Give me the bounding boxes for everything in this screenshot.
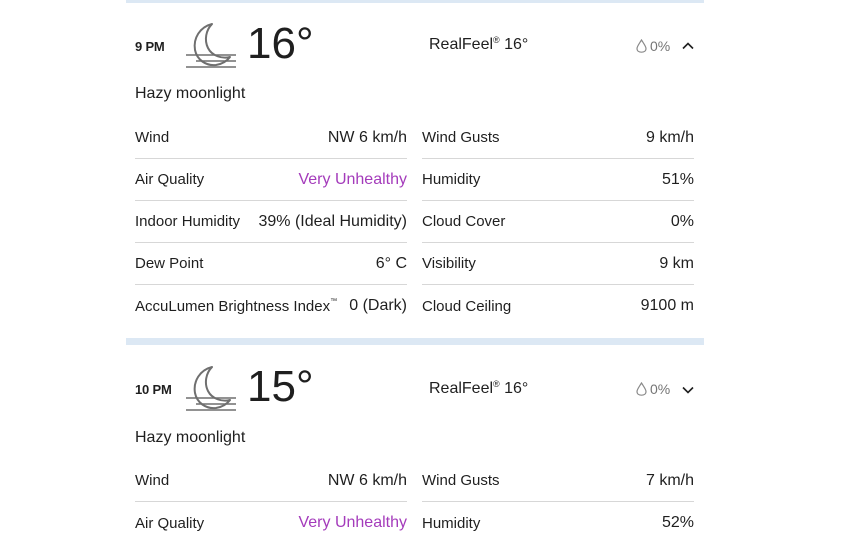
detail-label: Visibility <box>422 255 476 272</box>
detail-value: 52% <box>661 514 694 531</box>
detail-row-humidity: Humidity 52% <box>422 502 694 544</box>
detail-label: Air Quality <box>135 171 205 188</box>
detail-label: Humidity <box>422 171 481 188</box>
detail-value: 51% <box>661 170 694 188</box>
hazy-moon-icon <box>186 23 236 68</box>
detail-label: Dew Point <box>135 255 204 272</box>
detail-row-cloud-ceiling: Cloud Ceiling 9100 m <box>422 285 694 327</box>
weather-phrase: Hazy moonlight <box>135 85 246 102</box>
detail-label: Wind <box>135 129 170 146</box>
detail-row-acculumen: AccuLumen Brightness Index™ 0 (Dark) <box>135 285 407 327</box>
detail-label: Cloud Cover <box>422 213 506 230</box>
detail-value: NW 6 km/h <box>327 471 407 489</box>
detail-label: Indoor Humidity <box>135 213 241 230</box>
realfeel-label: RealFeel <box>429 36 494 53</box>
detail-row-air-quality: Air Quality Very Unhealthy <box>135 502 407 544</box>
acculumen-label: AccuLumen Brightness Index <box>135 297 331 315</box>
detail-value: NW 6 km/h <box>327 128 407 146</box>
realfeel-value: 16° <box>499 380 529 397</box>
detail-value: 7 km/h <box>645 471 694 489</box>
hourly-card-9pm: 9 PM 16° RealFeel® 16° 0% Hazy moonlight… <box>126 3 704 338</box>
air-quality-link[interactable]: Very Unhealthy <box>298 171 407 189</box>
detail-label: Wind Gusts <box>422 129 500 146</box>
hour-temperature: 16° <box>247 19 314 68</box>
detail-row-dew-point: Dew Point 6° C <box>135 243 407 285</box>
detail-value: 9 km <box>659 254 694 272</box>
raindrop-icon <box>636 382 647 396</box>
precip-value: 0% <box>650 38 671 54</box>
detail-label: Air Quality <box>135 514 205 532</box>
detail-value: 0 (Dark) <box>349 297 407 314</box>
raindrop-icon <box>636 39 647 53</box>
precip-probability: 0% <box>636 381 670 397</box>
detail-row-wind: Wind NW 6 km/h <box>135 460 407 502</box>
detail-label: AccuLumen Brightness Index™ <box>135 298 337 315</box>
detail-row-visibility: Visibility 9 km <box>422 243 694 285</box>
detail-row-wind-gusts: Wind Gusts 7 km/h <box>422 460 694 502</box>
hour-separator <box>126 338 704 345</box>
detail-value: 6° C <box>375 254 407 272</box>
precip-value: 0% <box>650 381 671 397</box>
realfeel-text: RealFeel® 16° <box>429 379 529 398</box>
detail-row-air-quality: Air Quality Very Unhealthy <box>135 159 407 201</box>
registered-mark: ® <box>493 379 500 389</box>
precip-probability: 0% <box>636 38 670 54</box>
weather-phrase: Hazy moonlight <box>135 429 246 446</box>
hazy-moon-icon <box>186 366 236 411</box>
chevron-up-icon[interactable] <box>681 39 695 53</box>
detail-label: Wind <box>135 472 170 489</box>
air-quality-link[interactable]: Very Unhealthy <box>298 514 407 532</box>
hour-time: 9 PM <box>135 39 165 54</box>
registered-mark: ® <box>493 35 500 45</box>
detail-value: 9100 m <box>640 297 694 314</box>
detail-row-cloud-cover: Cloud Cover 0% <box>422 201 694 243</box>
detail-row-indoor-humidity: Indoor Humidity 39% (Ideal Humidity) <box>135 201 407 243</box>
hour-temperature: 15° <box>247 362 314 411</box>
detail-row-wind-gusts: Wind Gusts 9 km/h <box>422 117 694 159</box>
detail-label: Cloud Ceiling <box>422 297 512 315</box>
detail-label: Humidity <box>422 514 481 532</box>
detail-value: 0% <box>670 212 694 230</box>
realfeel-value: 16° <box>499 36 529 53</box>
detail-label: Wind Gusts <box>422 472 500 489</box>
hourly-card-10pm: 10 PM 15° RealFeel® 16° 0% Hazy moonligh… <box>126 345 704 540</box>
detail-value: 9 km/h <box>645 128 694 146</box>
trademark-mark: ™ <box>330 297 338 305</box>
detail-value: 39% (Ideal Humidity) <box>258 212 408 230</box>
detail-row-humidity: Humidity 51% <box>422 159 694 201</box>
hour-time: 10 PM <box>135 382 172 397</box>
detail-row-wind: Wind NW 6 km/h <box>135 117 407 159</box>
chevron-down-icon[interactable] <box>681 383 695 397</box>
realfeel-text: RealFeel® 16° <box>429 35 529 54</box>
realfeel-label: RealFeel <box>429 380 494 397</box>
